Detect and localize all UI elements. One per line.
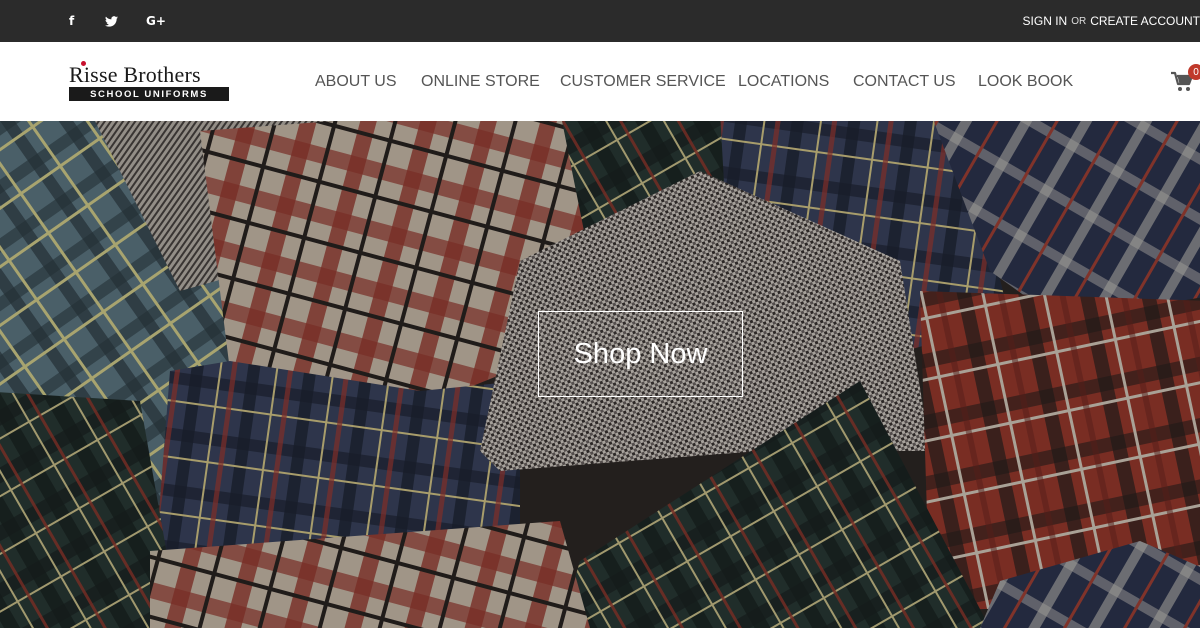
nav-locations-label[interactable]: LOCATIONS xyxy=(738,73,829,91)
nav-about-us[interactable]: ABOUT US xyxy=(315,42,397,121)
hero-banner: Shop Now xyxy=(0,121,1200,628)
sign-in-link[interactable]: SIGN IN xyxy=(1023,14,1068,28)
or-separator: OR xyxy=(1071,15,1087,27)
google-plus-icon[interactable]: G+ xyxy=(146,0,166,42)
cart-count-badge: 0 xyxy=(1188,64,1200,80)
site-logo[interactable]: Risse Brothers SCHOOL UNIFORMS xyxy=(69,61,231,101)
top-bar: f G+ SIGN IN OR CREATE ACCOUNT xyxy=(0,0,1200,42)
facebook-icon[interactable]: f xyxy=(69,0,74,42)
create-account-link[interactable]: CREATE ACCOUNT xyxy=(1090,14,1200,28)
nav-contact-us[interactable]: CONTACT US xyxy=(853,42,956,121)
twitter-icon[interactable] xyxy=(105,0,118,42)
logo-accent-dot xyxy=(81,61,86,66)
nav-about-us-label[interactable]: ABOUT US xyxy=(315,73,397,91)
nav-customer-service-label[interactable]: CUSTOMER SERVICE xyxy=(560,73,726,91)
nav-online-store-label[interactable]: ONLINE STORE xyxy=(421,73,540,91)
nav-locations[interactable]: LOCATIONS xyxy=(738,42,829,121)
site-header: Risse Brothers SCHOOL UNIFORMS ABOUT US … xyxy=(0,42,1200,121)
nav-look-book[interactable]: LOOK BOOK xyxy=(978,42,1073,121)
nav-contact-us-label[interactable]: CONTACT US xyxy=(853,73,956,91)
logo-tagline: SCHOOL UNIFORMS xyxy=(69,87,229,101)
account-links: SIGN IN OR CREATE ACCOUNT xyxy=(1023,0,1200,42)
nav-customer-service[interactable]: CUSTOMER SERVICE xyxy=(560,42,726,121)
shop-now-button[interactable]: Shop Now xyxy=(538,311,743,397)
logo-name: Risse Brothers xyxy=(69,62,201,87)
nav-look-book-label[interactable]: LOOK BOOK xyxy=(978,73,1073,91)
nav-online-store[interactable]: ONLINE STORE xyxy=(421,42,540,121)
